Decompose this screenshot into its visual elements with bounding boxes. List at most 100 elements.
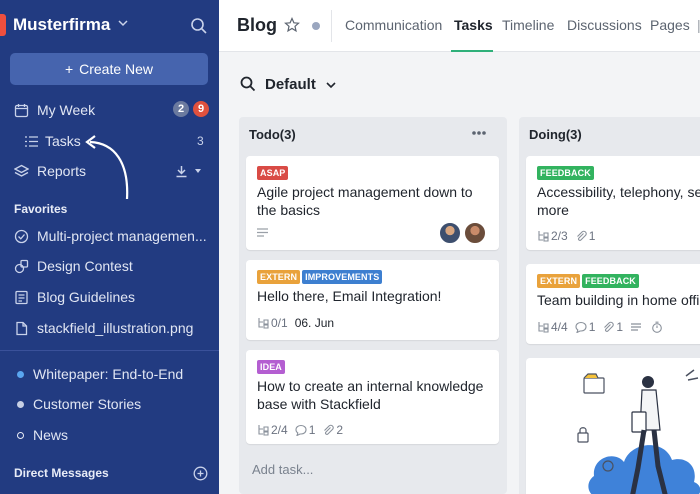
sidebar-item-label: Reports bbox=[37, 163, 87, 179]
comment-icon bbox=[575, 321, 587, 333]
stopwatch-icon bbox=[652, 321, 662, 333]
header-divider bbox=[331, 10, 332, 42]
sidebar-item-label: My Week bbox=[37, 102, 96, 118]
plus-icon: + bbox=[64, 61, 74, 77]
tab-timeline[interactable]: Timeline bbox=[502, 17, 554, 33]
tab-tasks[interactable]: Tasks bbox=[454, 17, 493, 33]
attachment-count: 2 bbox=[336, 423, 344, 437]
sidebar-item-reports[interactable]: Reports bbox=[0, 160, 219, 184]
add-task-link[interactable]: Add task... bbox=[252, 462, 313, 477]
sidebar-item-my-week[interactable]: My Week 2 9 bbox=[0, 99, 219, 123]
star-icon[interactable] bbox=[284, 17, 300, 33]
page-icon bbox=[15, 290, 28, 305]
room-item[interactable]: Customer Stories bbox=[0, 393, 219, 417]
room-status-dot bbox=[17, 401, 24, 408]
tag: ASAP bbox=[257, 166, 289, 180]
favorite-label: Design Contest bbox=[37, 258, 133, 274]
task-meta: 2/3 1 bbox=[537, 229, 595, 243]
task-title: Hello there, Email Integration! bbox=[257, 288, 442, 304]
page-title: Blog bbox=[237, 15, 277, 35]
active-tab-indicator bbox=[451, 50, 493, 52]
task-card[interactable] bbox=[526, 358, 700, 494]
tag: FEEDBACK bbox=[537, 166, 594, 180]
subtask-count: 4/4 bbox=[551, 320, 568, 334]
task-title-line: more bbox=[537, 202, 569, 218]
favorite-label: stackfield_illustration.png bbox=[37, 320, 194, 336]
tag: IMPROVEMENTS bbox=[302, 270, 383, 284]
task-title: Agile project management down to the bas… bbox=[257, 184, 473, 218]
cover-illustration bbox=[577, 369, 700, 494]
kanban-column-todo: Todo(3) ASAP Agile project management do… bbox=[239, 117, 507, 494]
subtask-count: 2/4 bbox=[271, 423, 288, 437]
task-title: Team building in home offic bbox=[537, 292, 700, 308]
room-item[interactable]: News bbox=[0, 424, 219, 448]
task-card[interactable]: EXTERN FEEDBACK Team building in home off… bbox=[526, 264, 700, 344]
tag: IDEA bbox=[257, 360, 285, 374]
favorite-label: Blog Guidelines bbox=[37, 289, 136, 305]
task-meta: 4/4 1 1 bbox=[537, 320, 665, 334]
comment-count: 1 bbox=[308, 423, 316, 437]
subtask-icon bbox=[258, 425, 269, 436]
attachment-count: 1 bbox=[616, 320, 624, 334]
calendar-icon bbox=[14, 104, 29, 118]
room-label: Customer Stories bbox=[33, 396, 142, 412]
room-item[interactable]: Whitepaper: End-to-End bbox=[0, 363, 219, 387]
create-new-label: Create New bbox=[79, 61, 154, 77]
brand-logo bbox=[0, 14, 6, 36]
description-icon bbox=[631, 323, 642, 331]
kanban-column-doing: Doing(3) FEEDBACK Accessibility, telepho… bbox=[519, 117, 700, 494]
task-card[interactable]: IDEA How to create an internal knowledge… bbox=[246, 350, 499, 444]
search-icon[interactable] bbox=[190, 17, 208, 35]
avatar[interactable] bbox=[463, 221, 487, 245]
due-date: 06. Jun bbox=[294, 316, 335, 330]
task-title: How to create an internal knowledge base… bbox=[257, 378, 484, 412]
workspace-switcher[interactable]: Musterfirma bbox=[0, 0, 219, 50]
tab-pages[interactable]: Pages bbox=[650, 17, 690, 33]
paperclip-icon bbox=[604, 321, 615, 332]
task-title: Accessibility, telephony, sea more bbox=[537, 183, 700, 219]
subtask-icon bbox=[258, 318, 269, 329]
task-card[interactable]: FEEDBACK Accessibility, telephony, sea mo… bbox=[526, 156, 700, 250]
tab-discussions[interactable]: Discussions bbox=[567, 17, 642, 33]
favorite-item[interactable]: Design Contest bbox=[0, 255, 219, 279]
create-new-button[interactable]: + Create New bbox=[10, 53, 208, 85]
layers-icon bbox=[14, 164, 29, 177]
chevron-down-icon[interactable] bbox=[325, 79, 337, 91]
avatar[interactable] bbox=[438, 221, 462, 245]
direct-messages-heading: Direct Messages bbox=[14, 466, 109, 480]
chevron-down-icon[interactable] bbox=[117, 17, 129, 29]
room-label: Whitepaper: End-to-End bbox=[33, 366, 184, 382]
tab-communication[interactable]: Communication bbox=[345, 17, 442, 33]
subtask-count: 2/3 bbox=[551, 229, 568, 243]
download-icon[interactable] bbox=[175, 165, 188, 178]
task-card[interactable]: ASAP Agile project management down to th… bbox=[246, 156, 499, 250]
column-title: Doing(3) bbox=[529, 127, 582, 142]
tag: EXTERN bbox=[537, 274, 581, 288]
caret-down-icon[interactable] bbox=[195, 169, 201, 173]
search-icon[interactable] bbox=[240, 76, 256, 92]
tag: FEEDBACK bbox=[582, 274, 639, 288]
room-label: News bbox=[33, 427, 69, 443]
description-icon bbox=[257, 228, 268, 237]
favorite-item[interactable]: Multi-project managemen... bbox=[0, 225, 219, 249]
attachment-count: 1 bbox=[588, 229, 596, 243]
alert-badge: 9 bbox=[193, 101, 209, 117]
room-status-dot bbox=[17, 432, 24, 439]
more-icon[interactable] bbox=[471, 130, 487, 136]
sidebar: Musterfirma + Create New My Week 2 9 Task… bbox=[0, 0, 219, 494]
add-circle-icon[interactable] bbox=[193, 466, 208, 481]
task-meta: 0/1 06. Jun bbox=[257, 316, 334, 330]
favorite-label: Multi-project managemen... bbox=[37, 228, 207, 244]
board-selector[interactable]: Default bbox=[265, 76, 316, 93]
file-icon bbox=[16, 321, 28, 336]
paperclip-icon bbox=[576, 230, 587, 241]
comment-icon bbox=[295, 424, 307, 436]
favorite-item[interactable]: Blog Guidelines bbox=[0, 286, 219, 310]
tag-list: EXTERN IMPROVEMENTS bbox=[257, 270, 384, 284]
workspace-name[interactable]: Musterfirma bbox=[13, 15, 110, 35]
favorite-item[interactable]: stackfield_illustration.png bbox=[0, 317, 219, 341]
column-title: Todo(3) bbox=[249, 127, 296, 142]
list-icon bbox=[25, 136, 38, 147]
task-card[interactable]: EXTERN IMPROVEMENTS Hello there, Email In… bbox=[246, 260, 499, 340]
subtask-icon bbox=[538, 322, 549, 333]
